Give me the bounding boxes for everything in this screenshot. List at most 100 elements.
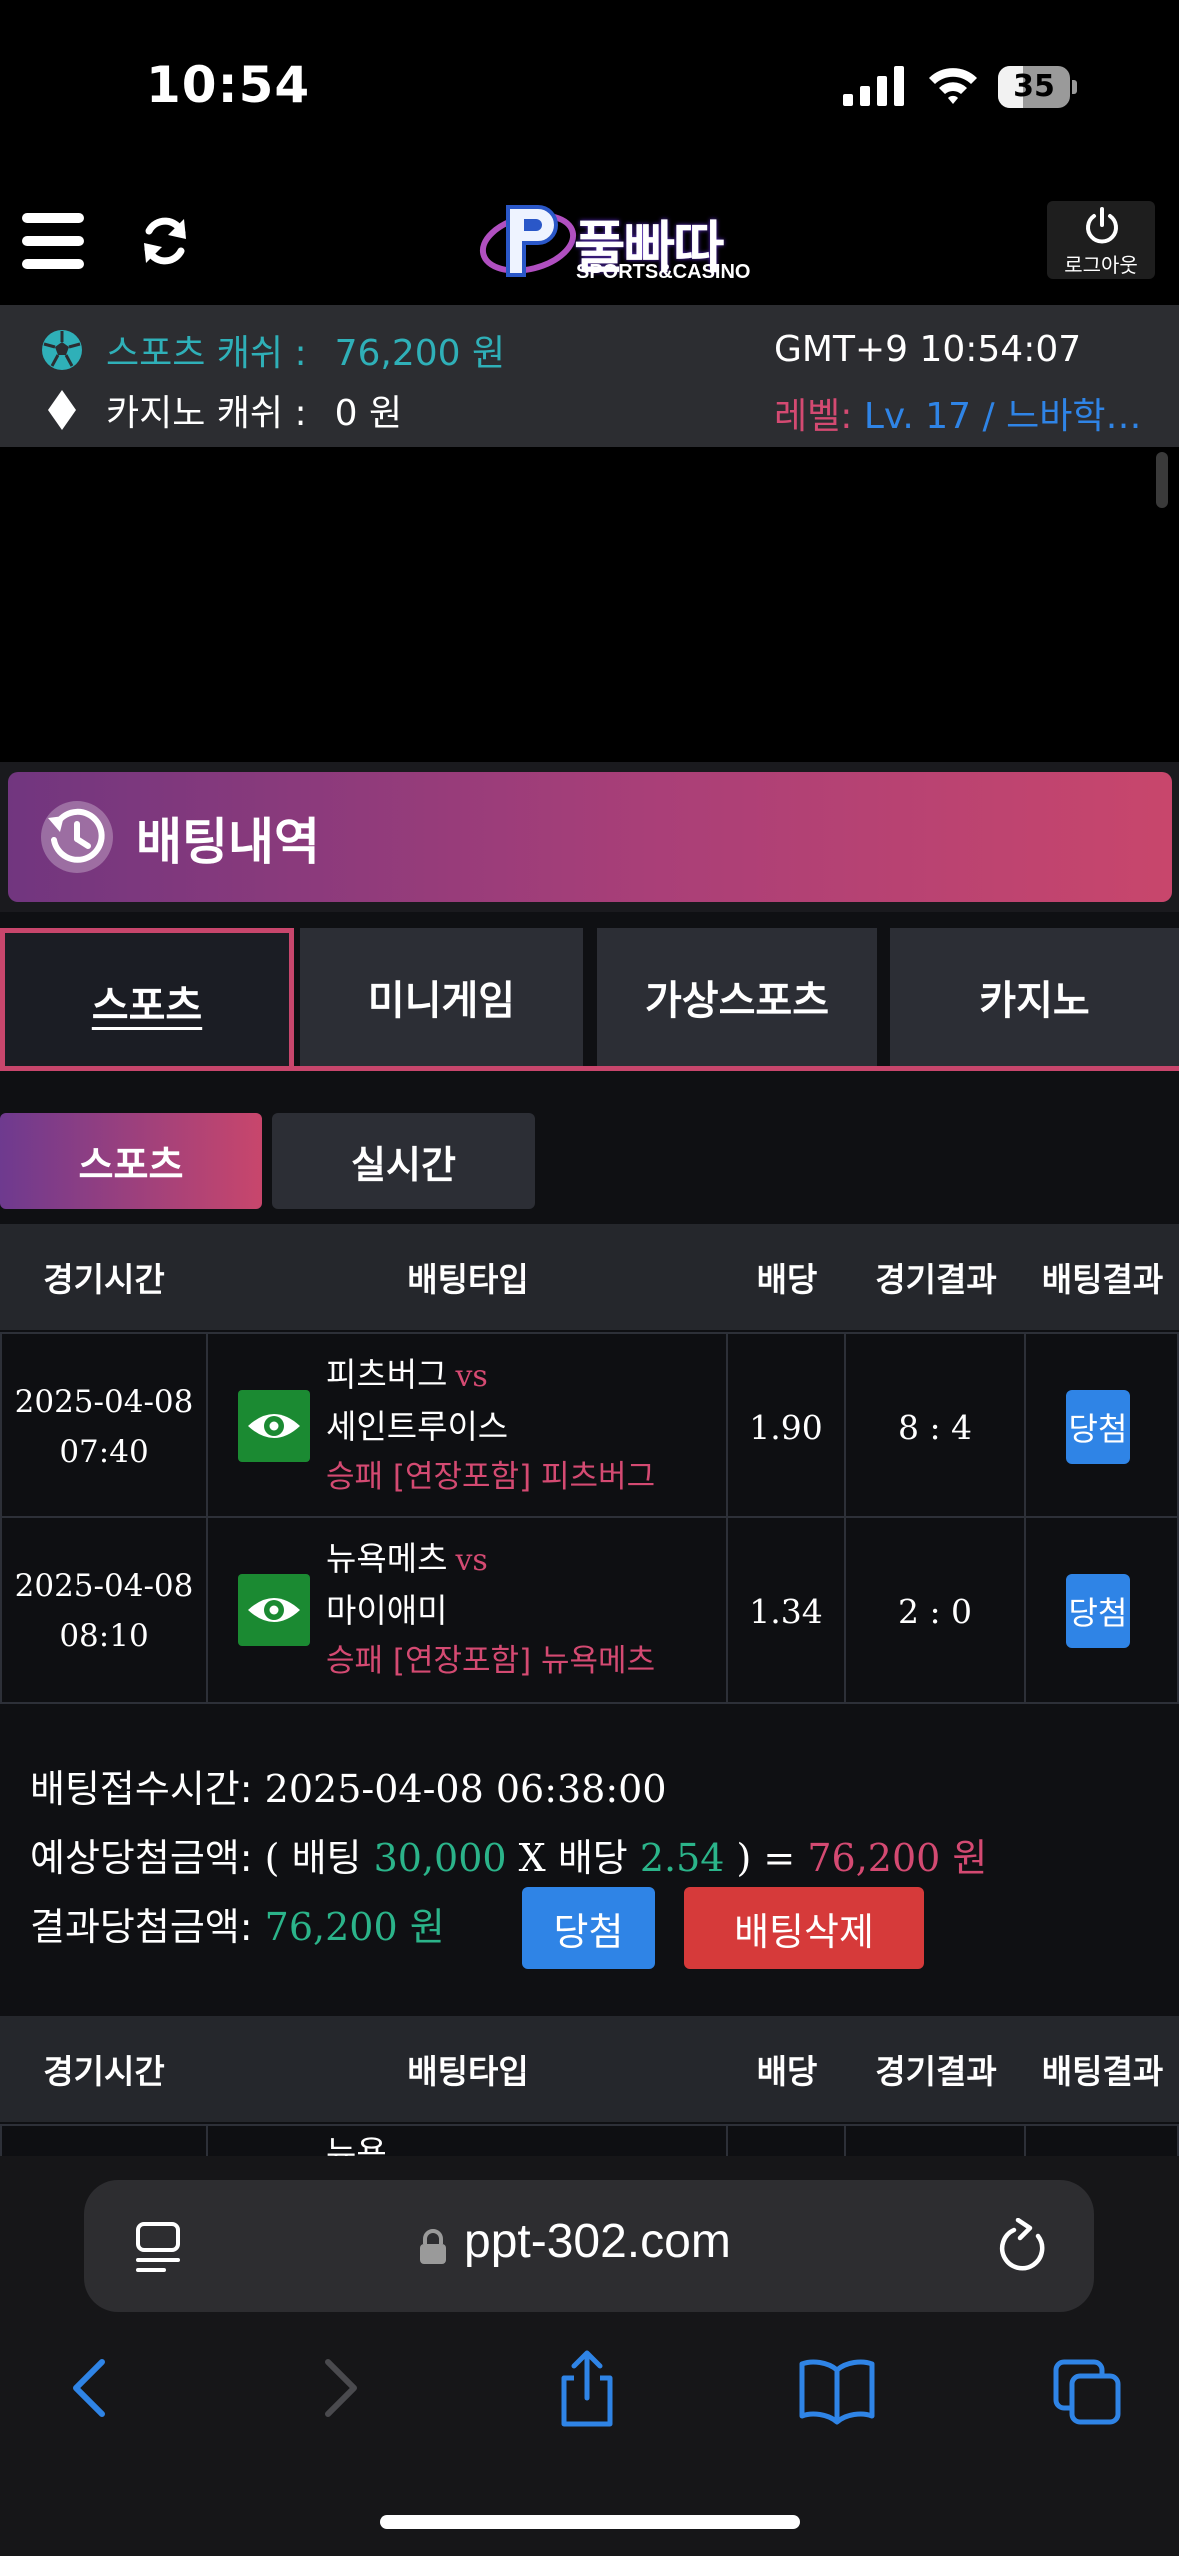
forward-icon[interactable] [310, 2348, 370, 2428]
cell-bet-type: 뉴욕메츠 vs 마이애미 승패 [연장포함] 뉴욕메츠 [208, 1518, 728, 1704]
subtab-sports[interactable]: 스포츠 [0, 1113, 262, 1209]
soccer-ball-icon [42, 330, 82, 370]
cell-match-time: 2025-04-08 07:40 [0, 1332, 208, 1518]
expected-amount: 76,200 원 [807, 1836, 988, 1880]
view-detail-button[interactable] [238, 1574, 310, 1646]
result-win-line: 결과당첨금액: 76,200 원 [30, 1896, 445, 1951]
close-eq: ) = [736, 1836, 796, 1880]
status-time: 10:54 [146, 56, 311, 114]
address-bar[interactable]: ppt-302.com [84, 2180, 1094, 2312]
table-header: 경기시간 배팅타입 배당 경기결과 배팅결과 [0, 1224, 1179, 1330]
match-time: 08:10 [59, 1618, 149, 1654]
hamburger-menu-button[interactable] [22, 213, 84, 269]
subtab-live[interactable]: 실시간 [272, 1113, 535, 1209]
th-match-time: 경기시간 [43, 2052, 165, 2091]
tabs-icon[interactable] [1052, 2348, 1124, 2428]
tab-casino-label: 카지노 [979, 978, 1090, 1024]
logout-label: 로그아웃 [1064, 253, 1138, 277]
stake-amount: 30,000 [373, 1836, 507, 1880]
accept-time-value: 2025-04-08 06:38:00 [264, 1767, 667, 1811]
casino-cash-label: 카지노 캐쉬 : [106, 393, 307, 434]
tab-virtual-sports[interactable]: 가상스포츠 [597, 928, 877, 1066]
match-time: 07:40 [59, 1434, 149, 1470]
bet-pick: 승패 [연장포함] 피츠버그 [326, 1459, 656, 1495]
odds-value: 1.34 [749, 1591, 823, 1631]
cell-bet-result: 당첨 [1026, 1518, 1179, 1704]
page-menu-icon[interactable] [134, 2220, 186, 2276]
th-match-result: 경기결과 [875, 1260, 997, 1299]
battery-icon: 35 [998, 66, 1077, 108]
tab-casino[interactable]: 카지노 [890, 928, 1179, 1066]
history-clock-icon [41, 801, 113, 873]
th-match-time: 경기시간 [43, 1260, 165, 1299]
score-value: 8 : 4 [897, 1407, 973, 1447]
account-info-bar: 스포츠 캐쉬 : 76,200 원 카지노 캐쉬 : 0 원 GMT+9 10:… [0, 305, 1179, 447]
vs-label: vs [455, 1543, 488, 1578]
ios-status-bar: 10:54 35 [0, 0, 1179, 175]
th-match-result: 경기결과 [875, 2052, 997, 2091]
result-amount: 76,200 원 [264, 1905, 445, 1949]
multiply-sign: X [518, 1836, 546, 1880]
expected-win-line: 예상당첨금액: ( 배팅 30,000 X 배당 2.54 ) = 76,200… [30, 1827, 987, 1882]
home-team: 피츠버그 [326, 1355, 448, 1394]
logo-p-icon [479, 205, 577, 277]
lock-icon [420, 2229, 446, 2264]
vs-label: vs [455, 1359, 488, 1394]
bet-type-text: 뉴욕메츠 vs 마이애미 승패 [연장포함] 뉴욕메츠 [326, 1534, 686, 1686]
expected-label: 예상당첨금액: [30, 1836, 253, 1880]
cell-score: 8 : 4 [846, 1332, 1026, 1518]
cell-score: 2 : 0 [846, 1518, 1026, 1704]
page-title: 배팅내역 [136, 813, 320, 871]
wifi-icon [929, 68, 977, 104]
tab-minigame[interactable]: 미니게임 [300, 928, 583, 1066]
sports-cash-value: 76,200 원 [334, 333, 506, 374]
tab-virtual-sports-label: 가상스포츠 [645, 978, 829, 1024]
th-bet-type: 배팅타입 [407, 1260, 529, 1299]
tab-sports-label: 스포츠 [91, 983, 203, 1029]
share-icon[interactable] [552, 2348, 622, 2428]
cell-odds: 1.90 [728, 1332, 846, 1518]
back-icon[interactable] [60, 2348, 120, 2428]
th-bet-type: 배팅타입 [407, 2052, 529, 2091]
eye-icon [248, 1414, 300, 1438]
cellular-signal-icon [843, 66, 904, 106]
bet-type-text: 피츠버그 vs 세인트루이스 승패 [연장포함] 피츠버그 [326, 1350, 686, 1502]
cell-match-time: 2025-04-08 08:10 [0, 1518, 208, 1704]
match-date: 2025-04-08 [14, 1568, 194, 1604]
view-detail-button[interactable] [238, 1390, 310, 1462]
accept-time-label: 배팅접수시간: [30, 1767, 253, 1811]
home-team: 뉴욕메츠 [326, 1539, 448, 1578]
table-header: 경기시간 배팅타입 배당 경기결과 배팅결과 [0, 2016, 1179, 2122]
server-clock: GMT+9 10:54:07 [774, 329, 1082, 370]
th-odds: 배당 [756, 1260, 818, 1299]
sports-cash-row: 스포츠 캐쉬 : 76,200 원 [38, 325, 505, 375]
eye-icon [248, 1598, 300, 1622]
scrollbar-thumb[interactable] [1156, 452, 1168, 508]
cell-bet-result: 당첨 [1026, 1332, 1179, 1518]
cell-odds: 1.34 [728, 1518, 846, 1704]
bookmarks-icon[interactable] [798, 2348, 876, 2428]
result-label: 결과당첨금액: [30, 1905, 253, 1949]
user-level[interactable]: 레벨: Lv. 17 / 느바학… [774, 387, 1154, 439]
diamond-icon [48, 390, 76, 430]
page-title-banner: 배팅내역 [8, 772, 1172, 902]
accept-time-line: 배팅접수시간: 2025-04-08 06:38:00 [30, 1758, 667, 1813]
logout-button[interactable]: 로그아웃 [1047, 201, 1155, 279]
site-logo[interactable]: 풀빠따 SPORTS&CASINO [478, 195, 750, 287]
win-status-button[interactable]: 당첨 [522, 1887, 655, 1969]
reload-icon[interactable] [994, 2218, 1050, 2276]
odds-value: 1.90 [749, 1407, 823, 1447]
th-odds: 배당 [756, 2052, 818, 2091]
level-value: Lv. 17 / 느바학… [863, 396, 1142, 437]
level-label: 레벨: [774, 396, 853, 437]
battery-percent: 35 [1013, 69, 1055, 104]
subtab-sports-label: 스포츠 [78, 1142, 184, 1187]
away-team: 마이애미 [326, 1591, 448, 1630]
delete-bet-button[interactable]: 배팅삭제 [684, 1887, 924, 1969]
th-bet-result: 배팅결과 [1041, 1260, 1164, 1299]
logo-subtitle: SPORTS&CASINO [576, 261, 751, 283]
refresh-icon[interactable] [140, 213, 190, 269]
power-icon [1086, 207, 1118, 244]
home-indicator[interactable] [380, 2515, 800, 2529]
tab-sports[interactable]: 스포츠 [0, 928, 294, 1071]
